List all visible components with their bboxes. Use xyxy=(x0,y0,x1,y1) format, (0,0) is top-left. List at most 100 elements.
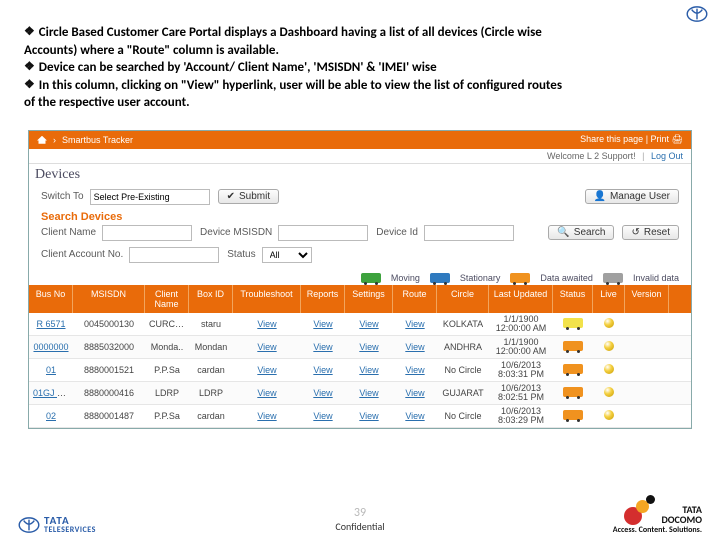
table-row: 00000008885032000Monda..MondanViewViewVi… xyxy=(29,336,691,359)
bullet-list: ❖Circle Based Customer Care Portal displ… xyxy=(0,0,720,120)
reports-view-link[interactable]: View xyxy=(313,342,332,352)
diamond-bullet-icon: ❖ xyxy=(24,24,35,42)
status-bus-icon xyxy=(563,410,583,420)
col-lastupdated: Last Updated xyxy=(489,285,553,313)
col-busno: Bus No xyxy=(29,285,73,313)
reports-view-link[interactable]: View xyxy=(313,388,332,398)
busno-link[interactable]: 02 xyxy=(46,411,56,421)
busno-link[interactable]: R 6571 xyxy=(36,319,65,329)
cell-msisdn: 8880001487 xyxy=(73,409,145,423)
separator: | xyxy=(642,151,644,161)
reset-label: Reset xyxy=(644,227,670,238)
search-label: Search xyxy=(574,227,606,238)
cell-lastupdated: 1/1/1900 12:00:00 AM xyxy=(489,313,553,335)
teleservices-brand-bottom: TELESERVICES xyxy=(44,526,96,534)
route-view-link[interactable]: View xyxy=(405,319,424,329)
busno-link[interactable]: 0000000 xyxy=(33,342,68,352)
legend-data-awaited: Data awaited xyxy=(540,273,593,283)
cell-msisdn: 8880000416 xyxy=(73,386,145,400)
diamond-bullet-icon: ❖ xyxy=(24,77,35,95)
settings-view-link[interactable]: View xyxy=(359,365,378,375)
settings-view-link[interactable]: View xyxy=(359,319,378,329)
reset-button[interactable]: ↺Reset xyxy=(622,225,679,240)
cell-client: CURCIVA xyxy=(145,317,189,331)
logout-link[interactable]: Log Out xyxy=(651,151,683,161)
cell-box: LDRP xyxy=(189,386,233,400)
route-view-link[interactable]: View xyxy=(405,388,424,398)
cell-box: Mondan xyxy=(189,340,233,354)
cell-lastupdated: 10/6/2013 8:03:31 PM xyxy=(489,359,553,381)
slide-footer: TATA TELESERVICES TATA DOCOMO Access. Co… xyxy=(0,495,720,534)
search-button[interactable]: 🔍Search xyxy=(548,225,614,240)
cell-version xyxy=(625,345,669,349)
client-account-no-input[interactable] xyxy=(129,247,219,263)
cell-circle: ANDHRA xyxy=(437,340,489,354)
tata-teleservices-logo: TATA TELESERVICES xyxy=(18,515,96,534)
reports-view-link[interactable]: View xyxy=(313,411,332,421)
page-title: Devices xyxy=(29,164,88,185)
status-bus-icon xyxy=(563,318,583,328)
client-account-no-label: Client Account No. xyxy=(41,249,123,260)
submit-icon: ✔ xyxy=(227,191,235,202)
app-brand: Smartbus Tracker xyxy=(62,135,133,145)
search-devices-heading: Search Devices xyxy=(41,211,679,223)
busno-link[interactable]: 01 xyxy=(46,365,56,375)
live-bulb-icon[interactable] xyxy=(604,341,614,351)
client-name-input[interactable] xyxy=(102,225,192,241)
home-icon[interactable] xyxy=(37,136,47,144)
cell-msisdn: 8885032000 xyxy=(73,340,145,354)
device-msisdn-input[interactable] xyxy=(278,225,368,241)
switch-to-input[interactable] xyxy=(90,189,210,205)
legend-invalid: Invalid data xyxy=(633,273,679,283)
manage-user-button[interactable]: 👤 Manage User xyxy=(585,189,679,204)
reports-view-link[interactable]: View xyxy=(313,319,332,329)
col-clientname: Client Name xyxy=(145,285,189,313)
cell-lastupdated: 10/6/2013 8:03:29 PM xyxy=(489,405,553,427)
settings-view-link[interactable]: View xyxy=(359,411,378,421)
col-msisdn: MSISDN xyxy=(73,285,145,313)
col-reports: Reports xyxy=(301,285,345,313)
col-troubleshoot: Troubleshoot xyxy=(233,285,301,313)
bullet-text: of the respective user account. xyxy=(24,94,696,112)
share-page-link[interactable]: Share this page xyxy=(580,134,643,144)
settings-view-link[interactable]: View xyxy=(359,342,378,352)
troubleshoot-view-link[interactable]: View xyxy=(257,411,276,421)
cell-version xyxy=(625,368,669,372)
live-bulb-icon[interactable] xyxy=(604,410,614,420)
route-view-link[interactable]: View xyxy=(405,365,424,375)
troubleshoot-view-link[interactable]: View xyxy=(257,319,276,329)
col-settings: Settings xyxy=(345,285,393,313)
route-view-link[interactable]: View xyxy=(405,342,424,352)
col-version: Version xyxy=(625,285,669,313)
docomo-tagline: Access. Content. Solutions. xyxy=(613,526,702,534)
welcome-bar: Welcome L 2 Support! | Log Out xyxy=(29,149,691,164)
settings-view-link[interactable]: View xyxy=(359,388,378,398)
route-view-link[interactable]: View xyxy=(405,411,424,421)
busno-link[interactable]: 01GJ 13 U 3831 xyxy=(33,388,73,398)
cell-msisdn: 0045000130 xyxy=(73,317,145,331)
cell-box: cardan xyxy=(189,409,233,423)
live-bulb-icon[interactable] xyxy=(604,364,614,374)
troubleshoot-view-link[interactable]: View xyxy=(257,388,276,398)
user-icon: 👤 xyxy=(594,191,606,202)
cell-circle: No Circle xyxy=(437,363,489,377)
bullet-text: Accounts) where a "Route" column is avai… xyxy=(24,42,696,60)
device-msisdn-label: Device MSISDN xyxy=(200,227,272,238)
print-icon[interactable]: 🖨 xyxy=(672,134,683,144)
live-bulb-icon[interactable] xyxy=(604,387,614,397)
print-link[interactable]: Print xyxy=(651,134,670,144)
cell-lastupdated: 1/1/1900 12:00:00 AM xyxy=(489,336,553,358)
live-bulb-icon[interactable] xyxy=(604,318,614,328)
bullet-text: In this column, clicking on "View" hyper… xyxy=(39,77,562,95)
manage-user-label: Manage User xyxy=(610,191,670,202)
grid-header: Bus No MSISDN Client Name Box ID Trouble… xyxy=(29,285,691,313)
submit-button[interactable]: ✔Submit xyxy=(218,189,280,204)
welcome-text: Welcome L 2 Support! xyxy=(547,151,636,161)
bus-moving-icon xyxy=(361,273,381,283)
cell-circle: KOLKATA xyxy=(437,317,489,331)
status-select[interactable]: All xyxy=(262,247,312,263)
reports-view-link[interactable]: View xyxy=(313,365,332,375)
device-id-input[interactable] xyxy=(424,225,514,241)
troubleshoot-view-link[interactable]: View xyxy=(257,365,276,375)
troubleshoot-view-link[interactable]: View xyxy=(257,342,276,352)
